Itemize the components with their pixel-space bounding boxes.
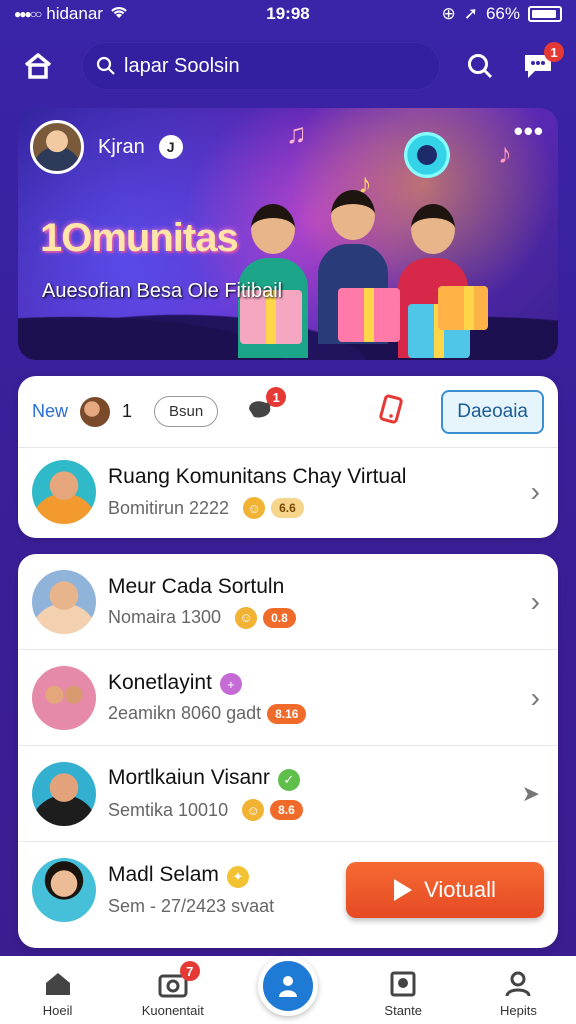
nav-home[interactable]: Hoeil <box>0 969 115 1024</box>
people-icon: ☺ <box>243 497 266 519</box>
community-subtitle: Nomaira 1300 <box>108 607 222 627</box>
search-button[interactable] <box>460 46 500 86</box>
featured-card: New 1 Bsun 1 Daeoaia Ruang Komunitans Ch… <box>18 376 558 538</box>
chat-button[interactable]: 1 <box>518 42 564 86</box>
nav-profile-label: Hepits <box>499 1003 537 1018</box>
gift-icon <box>338 288 400 342</box>
hero-subtitle: Auesofian Besa Ole Fitibail <box>42 280 283 302</box>
list-item[interactable]: Mortlkaiun Visanr ✓ Semtika 10010 ☺ 8.6 ➤ <box>18 746 558 842</box>
member-avatar[interactable] <box>78 394 113 429</box>
community-avatar <box>32 569 96 634</box>
more-options-icon[interactable]: ••• <box>514 116 544 147</box>
verified-badge: J <box>158 135 183 159</box>
list-item[interactable]: Konetlayint + 2eamikn 8060 gadt 8.16 › <box>18 650 558 746</box>
status-badge: 0.8 <box>263 607 296 628</box>
nav-community[interactable]: 7 Kuonentait <box>115 961 230 1024</box>
cursor-icon[interactable]: ➤ <box>522 781 540 807</box>
hero-username[interactable]: Kjran <box>98 136 145 159</box>
search-input[interactable] <box>124 54 424 78</box>
hero-title: 1Omunitas <box>40 216 239 260</box>
camera-icon: 7 <box>158 961 200 999</box>
nav-profile[interactable]: Hepits <box>461 969 576 1024</box>
battery-icon <box>528 6 562 22</box>
new-label: New <box>32 401 69 421</box>
community-title: Mortlkaiun Visanr <box>108 766 270 789</box>
list-item[interactable]: Madl Selam ✦ Sem - 27/2423 svaat Viotuall <box>18 842 558 938</box>
status-time: 19:98 <box>266 4 310 23</box>
people-icon: ☺ <box>235 606 258 629</box>
status-badge: 6.6 <box>271 498 304 518</box>
plus-icon: + <box>219 673 242 696</box>
profile-icon <box>503 969 533 999</box>
virtual-play-button[interactable]: Viotuall <box>346 862 544 918</box>
phone-icon[interactable] <box>376 394 406 429</box>
chevron-right-icon[interactable]: › <box>531 586 540 618</box>
status-bar: ●●●○○ hidanar 19:98 ⊕ ➚ 66% <box>0 0 576 28</box>
nav-stats-label: Stante <box>384 1003 422 1018</box>
online-icon: ✓ <box>277 769 300 791</box>
home-icon <box>43 969 73 999</box>
search-bar[interactable] <box>82 42 440 90</box>
bell-button[interactable]: 1 <box>246 387 287 426</box>
community-badge: 7 <box>179 961 200 981</box>
community-title: Ruang Komunitans Chay Virtual <box>108 465 407 488</box>
home-icon <box>24 53 52 79</box>
gallery-icon <box>388 969 418 999</box>
community-subtitle: Semtika 10010 <box>108 799 229 820</box>
community-avatar <box>32 460 96 524</box>
disc-icon <box>404 132 450 178</box>
app-header: 1 <box>0 38 576 94</box>
community-avatar <box>32 858 96 922</box>
user-avatar[interactable] <box>30 120 84 174</box>
community-subtitle: Bomitirun 2222 <box>108 497 230 518</box>
nav-home-label: Hoeil <box>42 1003 73 1018</box>
community-avatar <box>32 761 96 826</box>
list-item[interactable]: Meur Cada Sortuln Nomaira 1300 ☺ 0.8 › <box>18 554 558 650</box>
status-badge: 8.6 <box>270 800 303 820</box>
center-action-button[interactable] <box>258 956 318 1016</box>
nav-stats[interactable]: Stante <box>346 969 461 1024</box>
nav-community-label: Kuonentait <box>141 1003 204 1018</box>
bottom-nav: Hoeil 7 Kuonentait Stante Hepits <box>0 956 576 1024</box>
alert-badge: 1 <box>266 387 287 407</box>
discover-button[interactable]: Daeoaia <box>441 389 544 434</box>
status-badge: 8.16 <box>267 703 307 724</box>
community-title: Meur Cada Sortuln <box>108 574 285 598</box>
member-count: 1 <box>122 401 133 421</box>
chevron-right-icon[interactable]: › <box>531 682 540 714</box>
list-item[interactable]: Ruang Komunitans Chay Virtual Bomitirun … <box>18 448 558 536</box>
people-icon: ☺ <box>242 799 265 821</box>
user-icon <box>279 976 297 997</box>
filter-pill[interactable]: Bsun <box>154 396 219 427</box>
home-button[interactable] <box>18 46 58 86</box>
community-list: Meur Cada Sortuln Nomaira 1300 ☺ 0.8 › K… <box>18 554 558 948</box>
music-note-icon: ♫ <box>286 118 307 149</box>
sparkle-icon: ✦ <box>226 866 249 888</box>
community-title: Konetlayint <box>108 670 212 694</box>
community-avatar <box>32 665 96 730</box>
community-subtitle: 2eamikn 8060 gadt <box>108 703 262 724</box>
search-icon <box>96 56 115 75</box>
chevron-right-icon[interactable]: › <box>531 476 540 508</box>
community-subtitle: Sem - 27/2423 svaat <box>108 896 275 916</box>
hero-banner[interactable]: ♫ ♪ ♪ Kjran J ••• 1Omunitas Auesofian Be… <box>18 108 558 360</box>
gift-icon <box>438 286 488 330</box>
nav-center-spacer <box>230 1018 345 1024</box>
community-title: Madl Selam <box>108 863 219 886</box>
play-button-label: Viotuall <box>424 877 496 902</box>
music-note-icon: ♪ <box>498 138 512 169</box>
play-icon <box>394 879 413 901</box>
search-icon <box>468 54 493 79</box>
notification-badge: 1 <box>544 42 564 62</box>
